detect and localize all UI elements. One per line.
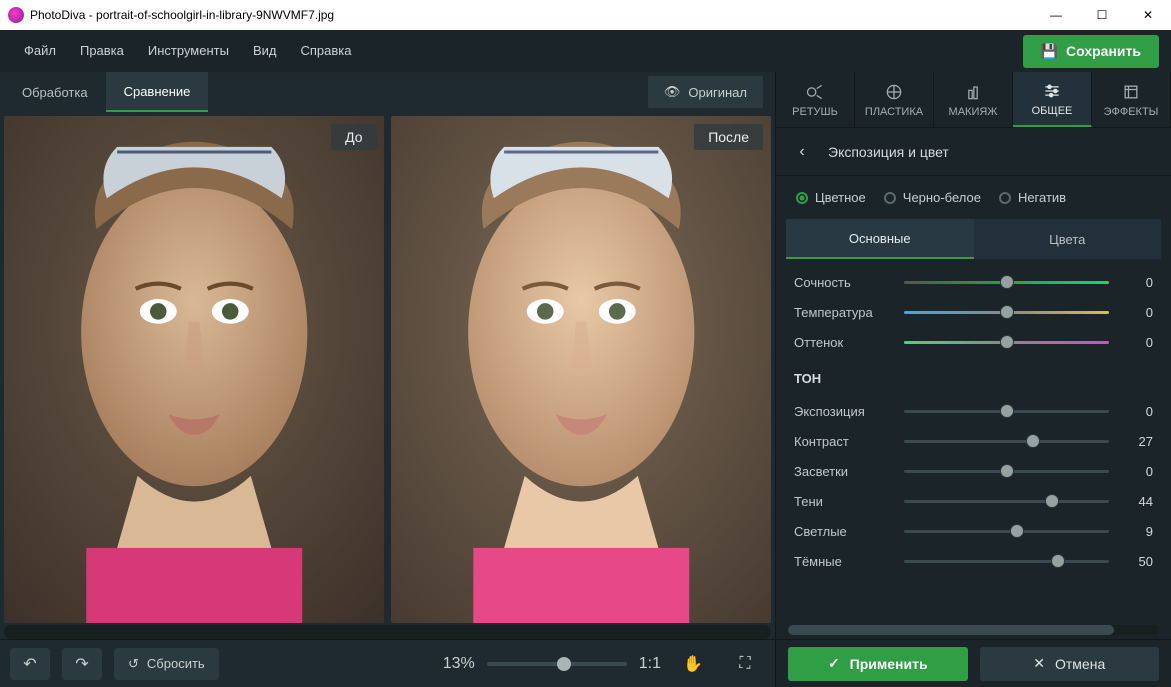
badge-after: После [694,124,763,150]
x-icon: ✕ [1033,655,1045,672]
eye-icon: 👁 [664,84,681,100]
tool-makeup[interactable]: МАКИЯЖ [934,72,1013,127]
subtab-basic[interactable]: Основные [786,219,974,259]
tool-plastic[interactable]: ПЛАСТИКА [855,72,934,127]
subtab-colors[interactable]: Цвета [974,219,1162,259]
save-icon: 💾 [1041,43,1058,60]
window-title: PhotoDiva - portrait-of-schoolgirl-in-li… [30,8,1033,22]
menu-tools[interactable]: Инструменты [136,30,241,72]
maximize-button[interactable]: ☐ [1079,0,1125,30]
radio-negative[interactable]: Негатив [999,190,1066,205]
radio-bw[interactable]: Черно-белое [884,190,981,205]
reset-button[interactable]: ↺ Сбросить [114,648,219,680]
bottom-toolbar: ↶ ↷ ↺ Сбросить 13% 1:1 ✋ ⛶ [0,639,775,687]
retouch-icon [805,82,825,102]
fullscreen-icon: ⛶ [739,655,750,673]
sliders-area: Сочность 0 Температура 0 Оттенок 0 ТОН Э… [776,259,1171,625]
undo-icon: ↶ [23,654,36,674]
menu-help[interactable]: Справка [288,30,363,72]
slider-tint[interactable]: Оттенок 0 [794,327,1153,357]
titlebar: PhotoDiva - portrait-of-schoolgirl-in-li… [0,0,1171,30]
portrait-before [4,116,384,623]
image-panel: Обработка Сравнение 👁 Оригинал [0,72,775,687]
badge-before: До [331,124,376,150]
undo-button[interactable]: ↶ [10,648,50,680]
tab-compare[interactable]: Сравнение [106,72,209,112]
slider-exposure[interactable]: Экспозиция 0 [794,396,1153,426]
plastic-icon [884,82,904,102]
image-before[interactable]: До [4,116,385,623]
app-logo-icon [8,7,24,23]
slider-shadows[interactable]: Тени 44 [794,486,1153,516]
effects-icon [1121,82,1141,102]
menu-file[interactable]: Файл [12,30,68,72]
slider-temperature[interactable]: Температура 0 [794,297,1153,327]
zoom-percent: 13% [443,655,475,673]
zoom-slider[interactable] [487,662,627,666]
redo-button[interactable]: ↷ [62,648,102,680]
tool-general[interactable]: ОБЩЕЕ [1013,72,1092,127]
tab-process[interactable]: Обработка [4,72,106,112]
close-button[interactable]: ✕ [1125,0,1171,30]
tool-effects[interactable]: ЭФФЕКТЫ [1092,72,1171,127]
image-hscrollbar[interactable] [4,625,771,639]
slider-highlights[interactable]: Засветки 0 [794,456,1153,486]
cancel-button[interactable]: ✕ Отмена [980,647,1160,681]
check-icon: ✓ [828,655,840,672]
sliders-icon [1042,81,1062,101]
apply-button[interactable]: ✓ Применить [788,647,968,681]
controls-panel: РЕТУШЬ ПЛАСТИКА МАКИЯЖ ОБЩЕЕ ЭФФЕКТЫ ‹ Э… [775,72,1171,687]
slider-blacks[interactable]: Тёмные 50 [794,546,1153,576]
hand-tool-button[interactable]: ✋ [673,648,713,680]
panel-hscrollbar[interactable] [788,625,1159,635]
panel-header: ‹ Экспозиция и цвет [776,128,1171,176]
original-toggle[interactable]: 👁 Оригинал [648,76,763,108]
slider-contrast[interactable]: Контраст 27 [794,426,1153,456]
menu-edit[interactable]: Правка [68,30,136,72]
chevron-left-icon: ‹ [799,143,804,160]
reset-icon: ↺ [128,656,139,672]
tool-retouch[interactable]: РЕТУШЬ [776,72,855,127]
hand-icon: ✋ [683,654,703,674]
save-button[interactable]: 💾 Сохранить [1023,35,1159,68]
menu-view[interactable]: Вид [241,30,289,72]
makeup-icon [963,82,983,102]
back-button[interactable]: ‹ [792,143,812,161]
menubar: Файл Правка Инструменты Вид Справка 💾 Со… [0,30,1171,72]
redo-icon: ↷ [75,654,88,674]
slider-saturation[interactable]: Сочность 0 [794,267,1153,297]
minimize-button[interactable]: — [1033,0,1079,30]
fullscreen-button[interactable]: ⛶ [725,648,765,680]
panel-title: Экспозиция и цвет [828,144,949,160]
radio-color[interactable]: Цветное [796,190,866,205]
image-after[interactable]: После [391,116,772,623]
section-tone: ТОН [794,357,1153,396]
zoom-1to1[interactable]: 1:1 [639,655,661,673]
portrait-after [391,116,771,623]
color-mode-radios: Цветное Черно-белое Негатив [776,176,1171,219]
slider-whites[interactable]: Светлые 9 [794,516,1153,546]
